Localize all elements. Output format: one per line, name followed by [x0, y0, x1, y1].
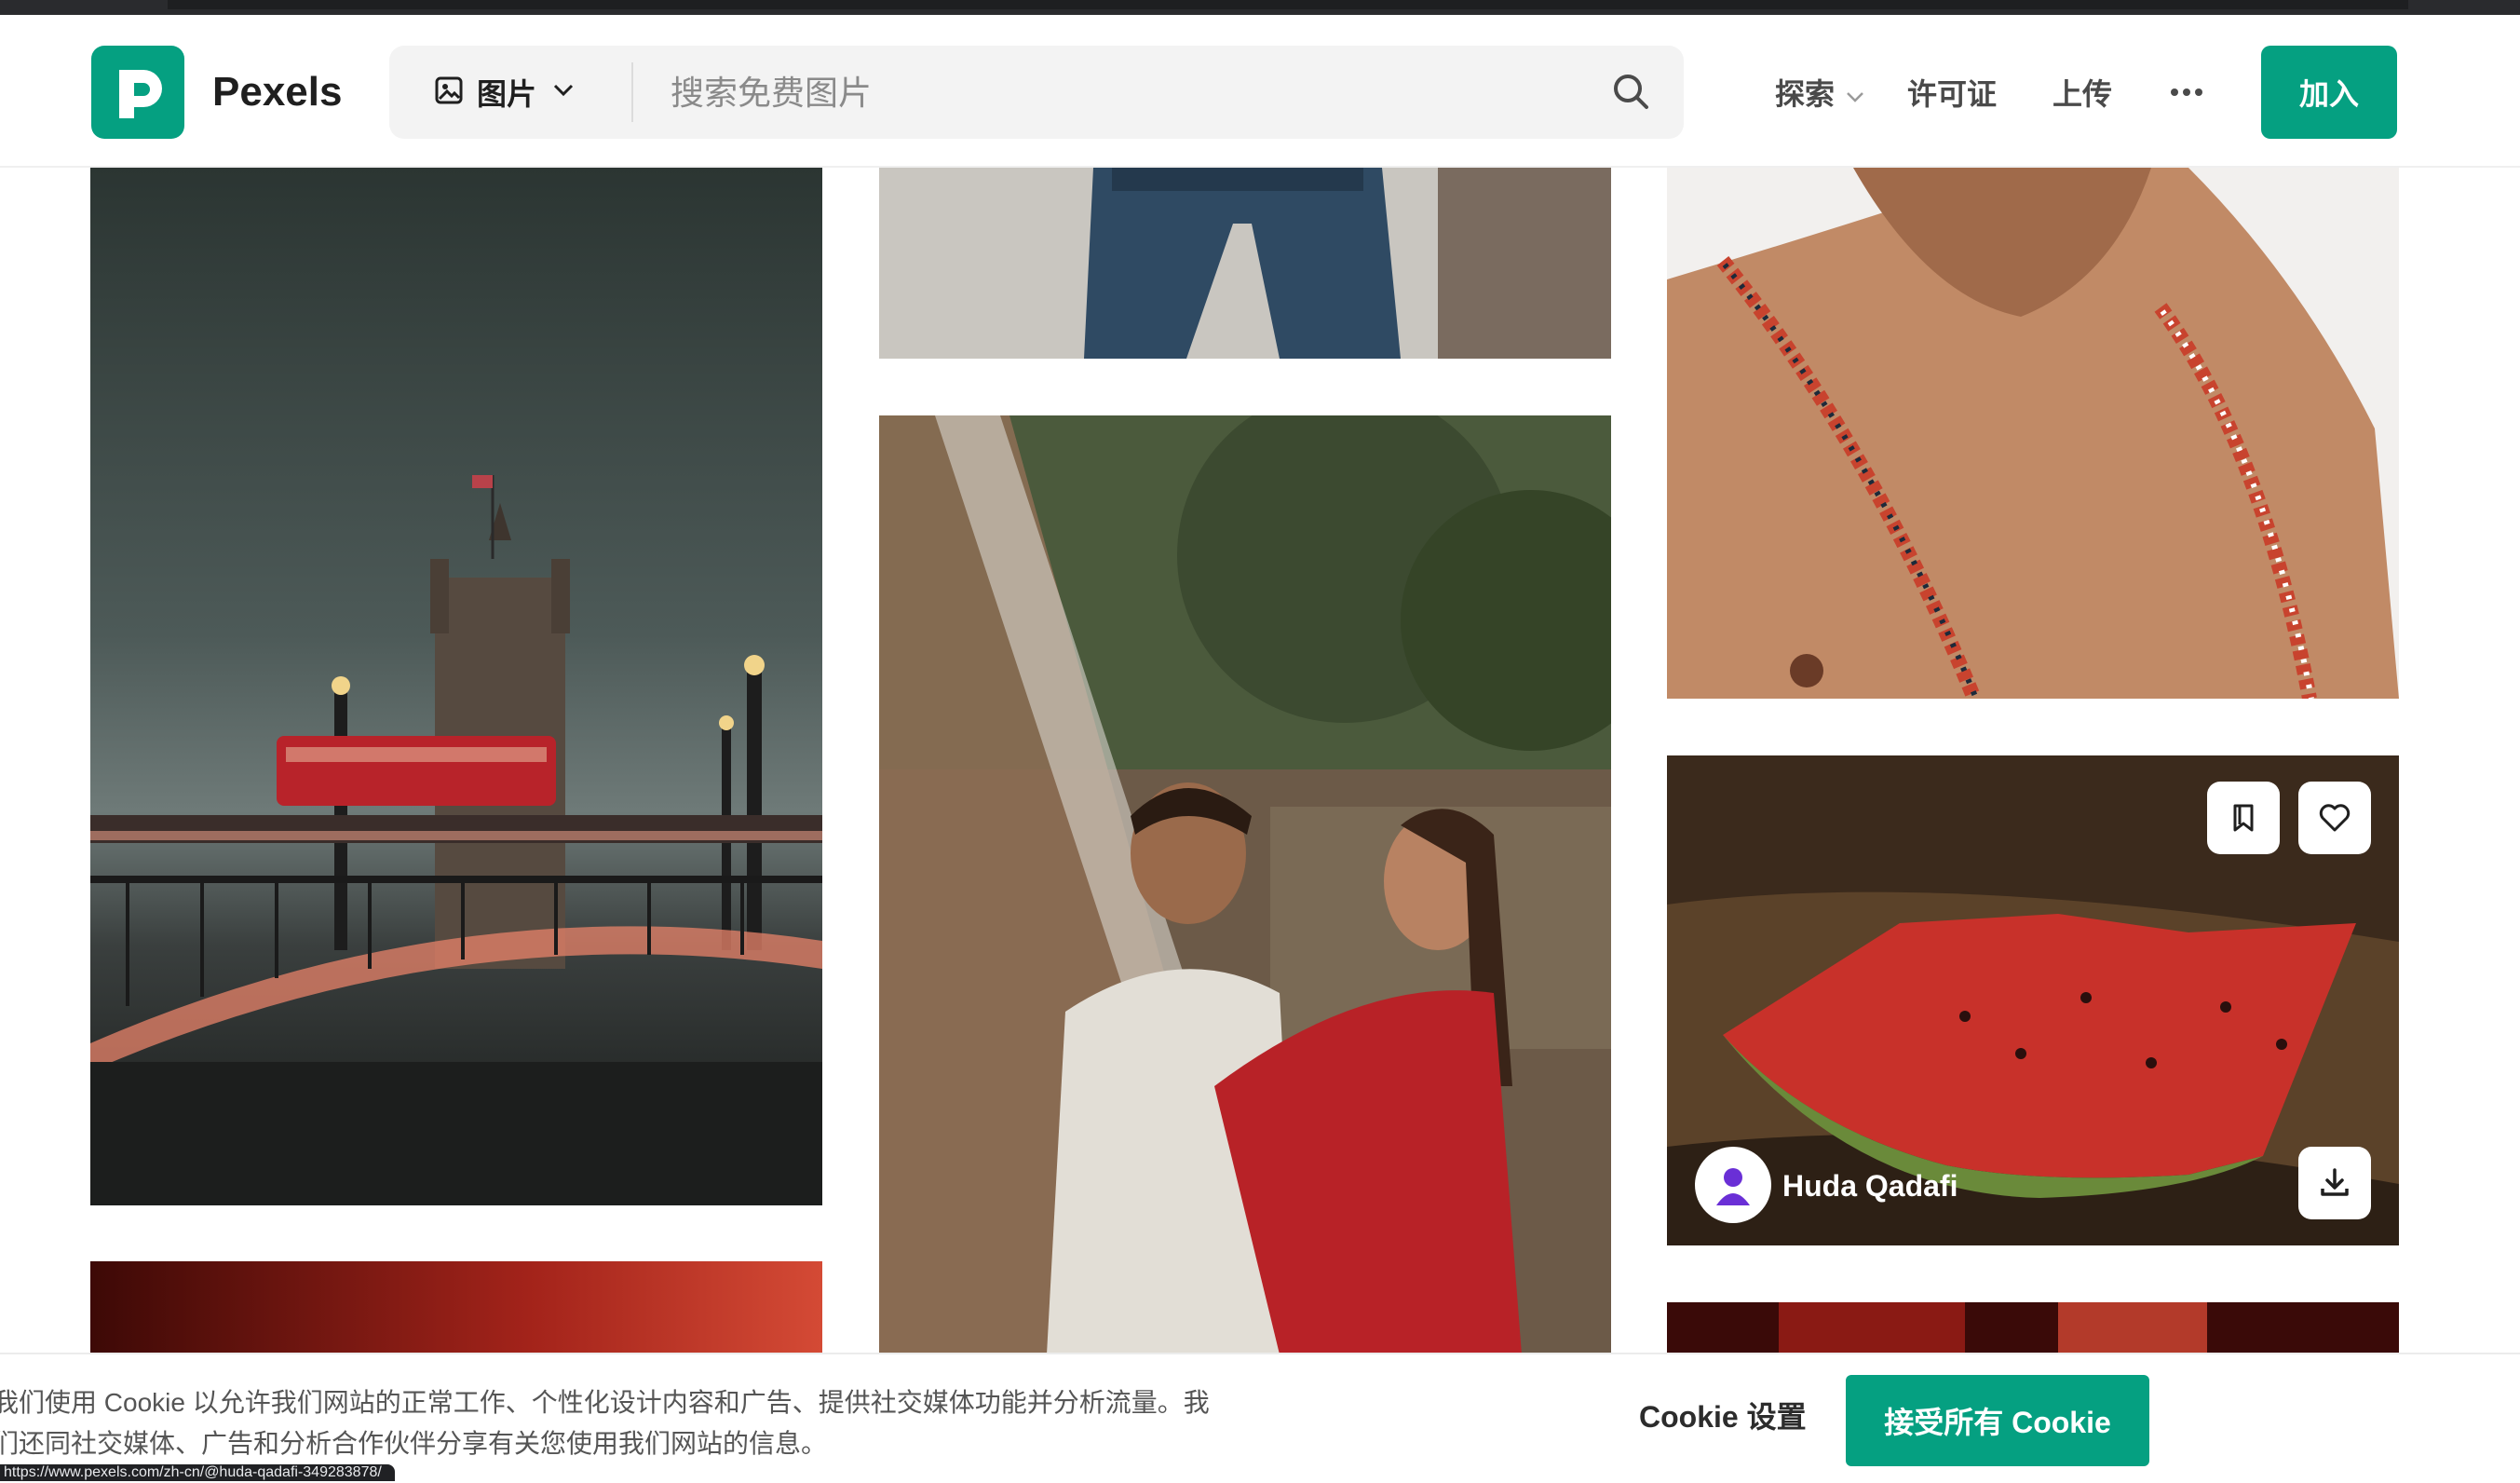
photo-red-abstract[interactable] [90, 1261, 822, 1354]
chevron-down-icon [1846, 75, 1864, 110]
search-input[interactable] [669, 66, 1511, 120]
image-icon [434, 75, 464, 110]
site-header: Pexels 图片 探索 许可证 上传 加入 [0, 15, 2520, 168]
chevron-down-icon [553, 84, 574, 102]
cookie-text: 我们使用 Cookie 以允许我们网站的正常工作、个性化设计内容和广告、提供社交… [0, 1388, 1210, 1458]
search-divider [631, 62, 633, 122]
search-type-dropdown[interactable]: 图片 [434, 46, 574, 139]
photo-london-bridge[interactable] [90, 168, 822, 1205]
browser-top-strip [0, 0, 2520, 15]
logo-text[interactable]: Pexels [212, 61, 342, 123]
photo-dark-red[interactable] [1667, 1302, 2399, 1354]
browser-tab-bar [168, 0, 2408, 9]
photo-watermelon[interactable]: Huda Qadafi [1667, 755, 2399, 1245]
photographer-name[interactable]: Huda Qadafi [1782, 1169, 1958, 1204]
search-bar: 图片 [389, 46, 1684, 139]
join-button[interactable]: 加入 [2261, 46, 2397, 139]
bookmark-icon[interactable] [2207, 782, 2280, 854]
cookie-banner: 我们使用 Cookie 以允许我们网站的正常工作、个性化设计内容和广告、提供社交… [0, 1353, 2520, 1483]
search-icon[interactable] [1607, 68, 1656, 116]
heart-icon[interactable] [2298, 782, 2371, 854]
status-bar-url: https://www.pexels.com/zh-cn/@huda-qadaf… [0, 1464, 395, 1481]
download-icon[interactable] [2298, 1147, 2371, 1219]
nav-license[interactable]: 许可证 [1907, 46, 1997, 139]
nav-explore[interactable]: 探索 [1775, 46, 1864, 139]
accept-cookies-button[interactable]: 接受所有 Cookie [1846, 1375, 2149, 1466]
photo-necklace[interactable] [1667, 168, 2399, 699]
nav-upload[interactable]: 上传 [2053, 46, 2112, 139]
photo-jeans[interactable] [879, 168, 1611, 359]
nav-explore-label: 探索 [1775, 77, 1836, 111]
pexels-logo-icon[interactable] [91, 46, 184, 139]
search-type-label: 图片 [477, 77, 537, 111]
cookie-settings-button[interactable]: Cookie 设置 [1639, 1394, 1807, 1436]
more-icon[interactable] [2170, 46, 2203, 139]
photo-couple[interactable] [879, 415, 1611, 1354]
user-avatar-icon[interactable] [1695, 1147, 1771, 1223]
